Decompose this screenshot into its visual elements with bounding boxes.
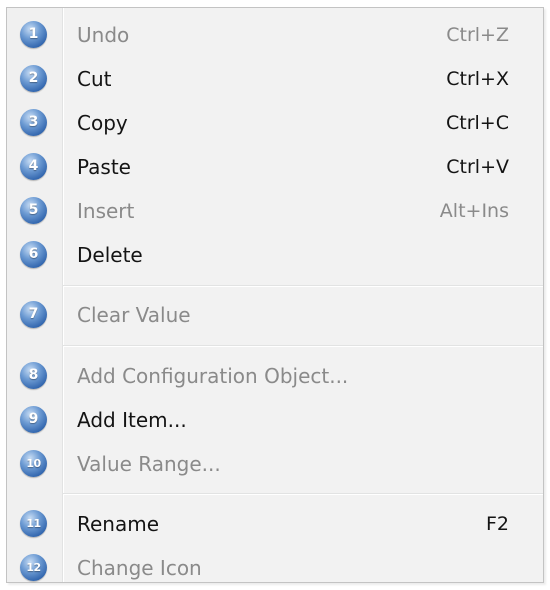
menu-item-shortcut: Alt+Ins: [439, 200, 509, 222]
number-6-icon: 6: [20, 241, 47, 268]
menu-item-label: Copy: [77, 111, 128, 135]
menu-separator: [63, 345, 543, 347]
number-12-icon: 12: [20, 554, 47, 581]
menu-item-rename[interactable]: 11 Rename F2: [7, 502, 543, 546]
menu-item-insert[interactable]: 5 Insert Alt+Ins: [7, 189, 543, 233]
menu-item-shortcut: Ctrl+Z: [446, 24, 509, 46]
menu-item-label: Paste: [77, 155, 131, 179]
menu-item-label: Insert: [77, 199, 135, 223]
menu-item-label: Rename: [77, 512, 160, 536]
menu-item-label: Add Item...: [77, 408, 187, 432]
menu-item-shortcut: Ctrl+V: [446, 156, 509, 178]
menu-separator: [63, 493, 543, 495]
menu-item-shortcut: F2: [485, 513, 509, 535]
menu-item-cut[interactable]: 2 Cut Ctrl+X: [7, 57, 543, 101]
menu-item-add-configuration-object[interactable]: 8 Add Configuration Object...: [7, 354, 543, 398]
context-menu: 1 Undo Ctrl+Z 2 Cut Ctrl+X 3 Copy Ctrl+C…: [6, 7, 544, 583]
number-5-icon: 5: [20, 197, 47, 224]
menu-item-delete[interactable]: 6 Delete: [7, 233, 543, 277]
menu-item-copy[interactable]: 3 Copy Ctrl+C: [7, 101, 543, 145]
number-2-icon: 2: [20, 65, 47, 92]
menu-item-add-item[interactable]: 9 Add Item...: [7, 398, 543, 442]
menu-item-label: Delete: [77, 243, 143, 267]
menu-item-clear-value[interactable]: 7 Clear Value: [7, 293, 543, 337]
number-7-icon: 7: [20, 301, 47, 328]
menu-item-label: Add Configuration Object...: [77, 364, 349, 388]
menu-item-label: Change Icon: [77, 556, 202, 580]
menu-item-change-icon[interactable]: 12 Change Icon: [7, 546, 543, 590]
menu-item-label: Clear Value: [77, 303, 191, 327]
menu-item-shortcut: Ctrl+C: [446, 112, 509, 134]
menu-item-value-range[interactable]: 10 Value Range...: [7, 442, 543, 486]
menu-item-paste[interactable]: 4 Paste Ctrl+V: [7, 145, 543, 189]
menu-item-label: Undo: [77, 23, 130, 47]
menu-item-label: Cut: [77, 67, 112, 91]
menu-item-shortcut: Ctrl+X: [446, 68, 509, 90]
number-3-icon: 3: [20, 109, 47, 136]
menu-item-label: Value Range...: [77, 452, 221, 476]
number-8-icon: 8: [20, 362, 47, 389]
menu-item-undo[interactable]: 1 Undo Ctrl+Z: [7, 13, 543, 57]
number-11-icon: 11: [20, 510, 47, 537]
number-1-icon: 1: [20, 21, 47, 48]
number-10-icon: 10: [20, 450, 47, 477]
number-4-icon: 4: [20, 153, 47, 180]
number-9-icon: 9: [20, 406, 47, 433]
menu-separator: [63, 285, 543, 287]
